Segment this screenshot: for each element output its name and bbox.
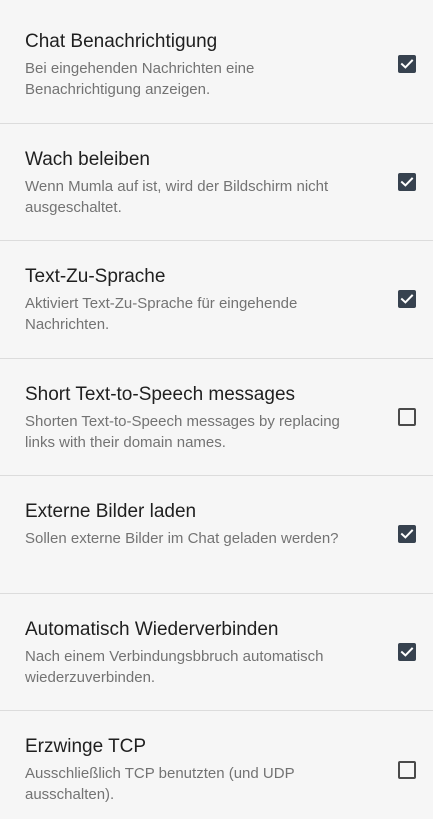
check-icon	[400, 529, 414, 540]
setting-chat-notification[interactable]: Chat Benachrichtigung Bei eingehenden Na…	[0, 6, 433, 124]
setting-stay-awake[interactable]: Wach beleiben Wenn Mumla auf ist, wird d…	[0, 124, 433, 241]
setting-title: Externe Bilder laden	[25, 501, 197, 522]
setting-summary: Shorten Text-to-Speech messages by repla…	[25, 412, 340, 451]
setting-summary: Sollen externe Bilder im Chat geladen we…	[25, 530, 339, 547]
setting-summary: Aktiviert Text-Zu-Sprache für eingehende…	[25, 295, 298, 333]
setting-short-tts-messages[interactable]: Short Text-to-Speech messages Shorten Te…	[0, 359, 433, 476]
chat-notification-checkbox[interactable]	[398, 55, 416, 74]
setting-summary: Ausschließlich TCP benutzten (und UDP au…	[25, 765, 295, 803]
setting-force-tcp[interactable]: Erzwinge TCP Ausschließlich TCP benutzte…	[0, 711, 433, 819]
check-icon	[400, 294, 414, 305]
setting-summary: Bei eingehenden Nachrichten eine Benachr…	[25, 60, 255, 98]
check-icon	[400, 176, 414, 187]
setting-title: Automatisch Wiederverbinden	[25, 618, 279, 640]
stay-awake-checkbox[interactable]	[398, 172, 416, 191]
check-icon	[400, 59, 414, 70]
short-tts-messages-checkbox[interactable]	[398, 407, 416, 426]
check-icon	[400, 646, 414, 657]
settings-list: Chat Benachrichtigung Bei eingehenden Na…	[0, 0, 433, 819]
load-external-images-checkbox[interactable]	[398, 525, 416, 544]
force-tcp-checkbox[interactable]	[398, 760, 416, 779]
setting-text-to-speech[interactable]: Text-Zu-Sprache Aktiviert Text-Zu-Sprach…	[0, 241, 433, 359]
setting-load-external-images[interactable]: Externe Bilder laden Sollen externe Bild…	[0, 476, 433, 594]
setting-summary: Nach einem Verbindungsbbruch automatisch…	[25, 647, 324, 686]
setting-summary: Wenn Mumla auf ist, wird der Bildschirm …	[25, 177, 329, 216]
setting-title: Chat Benachrichtigung	[25, 31, 218, 52]
setting-auto-reconnect[interactable]: Automatisch Wiederverbinden Nach einem V…	[0, 594, 433, 711]
text-to-speech-checkbox[interactable]	[398, 290, 416, 309]
setting-title: Wach beleiben	[25, 148, 150, 170]
setting-title: Short Text-to-Speech messages	[25, 383, 296, 405]
setting-title: Text-Zu-Sprache	[25, 266, 166, 287]
auto-reconnect-checkbox[interactable]	[398, 642, 416, 661]
setting-title: Erzwinge TCP	[25, 736, 147, 757]
